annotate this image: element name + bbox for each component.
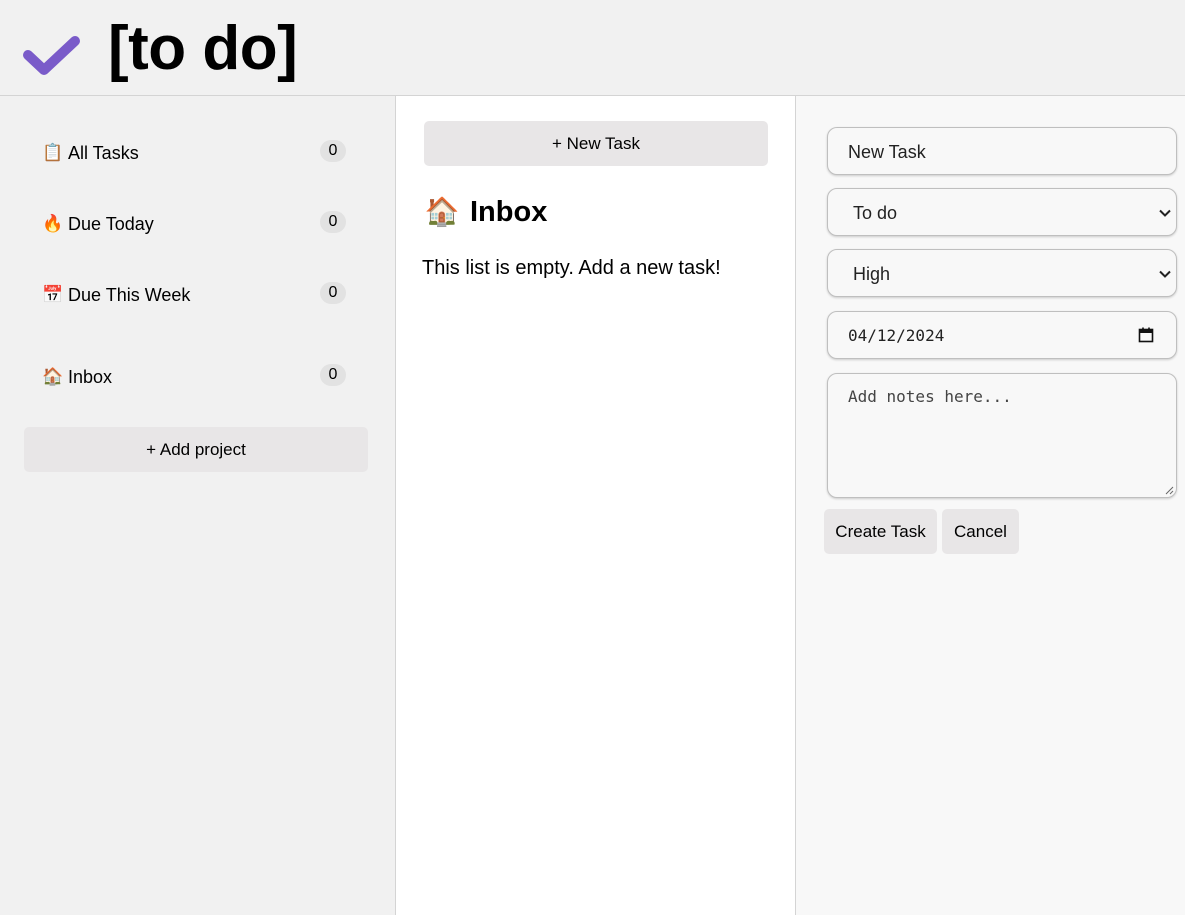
task-count-badge: 0: [320, 211, 346, 233]
sidebar-item-due-this-week[interactable]: 📅 Due This Week 0: [42, 282, 346, 308]
new-task-button[interactable]: + New Task: [424, 121, 768, 166]
priority-selected-value: High: [853, 264, 891, 284]
sidebar-item-all-tasks[interactable]: 📋 All Tasks 0: [42, 140, 346, 166]
create-task-button[interactable]: Create Task: [824, 509, 937, 554]
sidebar-item-label: Inbox: [68, 367, 113, 387]
empty-list-message: This list is empty. Add a new task!: [422, 257, 721, 279]
task-count-badge: 0: [320, 364, 346, 386]
sidebar-item-inbox[interactable]: 🏠 Inbox 0: [42, 364, 346, 390]
priority-select[interactable]: High: [827, 249, 1177, 297]
due-date-value: 04/12/2024: [848, 326, 945, 345]
app-header: [to do]: [0, 0, 1185, 96]
task-title-input[interactable]: New Task: [827, 127, 1177, 175]
status-selected-value: To do: [853, 203, 898, 223]
add-project-button[interactable]: + Add project: [24, 427, 368, 472]
task-count-badge: 0: [320, 140, 346, 162]
sidebar-item-label: Due This Week: [68, 285, 191, 305]
sidebar: 📋 All Tasks 0 🔥 Due Today 0 📅 Due This W…: [0, 96, 396, 915]
task-title-value: New Task: [848, 142, 926, 162]
chevron-down-icon: [1159, 270, 1171, 278]
status-select[interactable]: To do: [827, 188, 1177, 236]
calendar-icon: 📅: [42, 285, 64, 304]
sidebar-item-label: All Tasks: [68, 143, 139, 163]
house-icon: 🏠: [424, 196, 460, 227]
house-icon: 🏠: [42, 367, 64, 386]
task-count-badge: 0: [320, 282, 346, 304]
resize-grip-icon[interactable]: [1164, 485, 1174, 495]
task-list-panel: + New Task 🏠 Inbox This list is empty. A…: [396, 96, 796, 915]
checkmark-icon: [23, 36, 80, 75]
chevron-down-icon: [1159, 209, 1171, 217]
app-title: [to do]: [108, 14, 298, 83]
sidebar-item-label: Due Today: [68, 214, 154, 234]
calendar-picker-icon[interactable]: [1138, 327, 1154, 343]
sidebar-item-due-today[interactable]: 🔥 Due Today 0: [42, 211, 346, 237]
notes-placeholder: Add notes here...: [848, 387, 1012, 406]
new-task-form: New Task To do High 04/12/2024 Add notes…: [796, 96, 1185, 915]
clipboard-icon: 📋: [42, 143, 64, 162]
cancel-button[interactable]: Cancel: [942, 509, 1019, 554]
fire-icon: 🔥: [42, 214, 64, 233]
notes-textarea[interactable]: Add notes here...: [827, 373, 1177, 498]
due-date-input[interactable]: 04/12/2024: [827, 311, 1177, 359]
list-title: Inbox: [470, 196, 548, 228]
